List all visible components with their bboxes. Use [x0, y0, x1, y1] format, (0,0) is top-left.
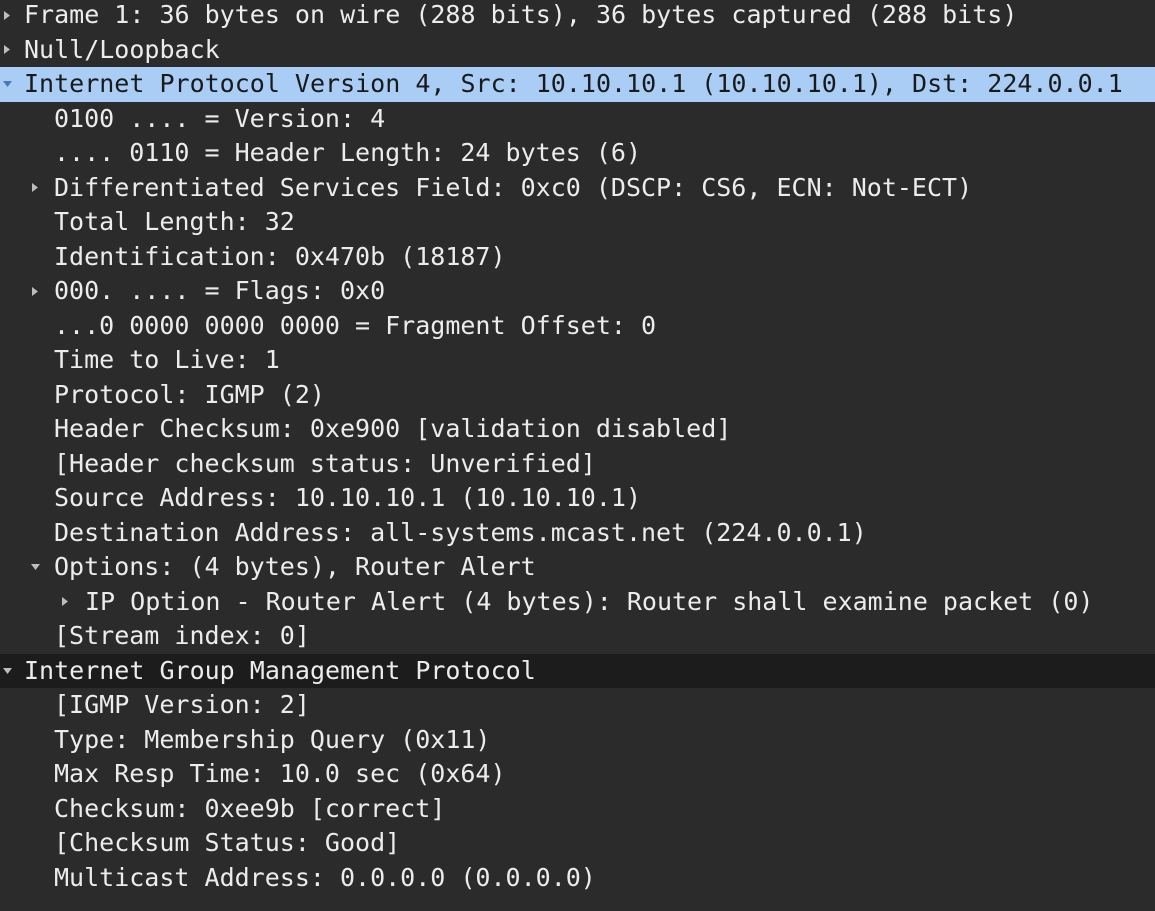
tree-row-label: 000. .... = Flags: 0x0 [54, 276, 386, 305]
tree-row[interactable]: 0100 .... = Version: 4 [0, 102, 1155, 137]
tree-row-label: Options: (4 bytes), Router Alert [54, 552, 536, 581]
tree-row-label: .... 0110 = Header Length: 24 bytes (6) [54, 138, 641, 167]
tree-row[interactable]: IP Option - Router Alert (4 bytes): Rout… [0, 585, 1155, 620]
expanded-arrow-icon[interactable] [0, 67, 14, 102]
tree-row-label: Internet Protocol Version 4, Src: 10.10.… [24, 69, 1123, 98]
packet-details-tree[interactable]: Frame 1: 36 bytes on wire (288 bits), 36… [0, 0, 1155, 895]
tree-row[interactable]: .... 0110 = Header Length: 24 bytes (6) [0, 136, 1155, 171]
tree-row-label: Type: Membership Query (0x11) [54, 724, 491, 754]
tree-row-label: [IGMP Version: 2] [54, 690, 310, 719]
tree-row[interactable]: Total Length: 32 [0, 205, 1155, 240]
collapsed-arrow-icon[interactable] [0, 0, 14, 33]
tree-row[interactable]: Type: Membership Query (0x11) [0, 723, 1155, 758]
tree-row-label: Time to Live: 1 [54, 345, 280, 374]
tree-row-label: [Header checksum status: Unverified] [54, 448, 596, 478]
tree-row[interactable]: Checksum: 0xee9b [correct] [0, 792, 1155, 827]
tree-row[interactable]: Destination Address: all-systems.mcast.n… [0, 516, 1155, 551]
tree-row-label: ...0 0000 0000 0000 = Fragment Offset: 0 [54, 310, 657, 340]
tree-row-label: Frame 1: 36 bytes on wire (288 bits), 36… [24, 0, 1018, 29]
tree-row-label: 0100 .... = Version: 4 [54, 103, 386, 133]
tree-row[interactable]: Frame 1: 36 bytes on wire (288 bits), 36… [0, 0, 1155, 33]
tree-row-label: Max Resp Time: 10.0 sec (0x64) [54, 759, 506, 788]
tree-row[interactable]: 000. .... = Flags: 0x0 [0, 274, 1155, 309]
tree-row[interactable]: Protocol: IGMP (2) [0, 378, 1155, 413]
tree-row-label: [Checksum Status: Good] [54, 828, 401, 857]
tree-row-label: Null/Loopback [24, 34, 220, 64]
collapsed-arrow-icon[interactable] [28, 274, 42, 309]
tree-row-label: Internet Group Management Protocol [24, 655, 536, 685]
tree-row[interactable]: [Checksum Status: Good] [0, 826, 1155, 861]
tree-row[interactable]: Null/Loopback [0, 33, 1155, 68]
tree-row[interactable]: Max Resp Time: 10.0 sec (0x64) [0, 757, 1155, 792]
tree-row[interactable]: Time to Live: 1 [0, 343, 1155, 378]
tree-row-label: Destination Address: all-systems.mcast.n… [54, 517, 867, 547]
tree-row[interactable]: Identification: 0x470b (18187) [0, 240, 1155, 275]
tree-row-label: Multicast Address: 0.0.0.0 (0.0.0.0) [54, 862, 596, 892]
tree-row[interactable]: Differentiated Services Field: 0xc0 (DSC… [0, 171, 1155, 206]
collapsed-arrow-icon[interactable] [0, 33, 14, 68]
tree-row[interactable]: Internet Protocol Version 4, Src: 10.10.… [0, 67, 1155, 102]
tree-row[interactable]: [IGMP Version: 2] [0, 688, 1155, 723]
tree-row-label: Header Checksum: 0xe900 [validation disa… [54, 414, 732, 443]
tree-row-label: IP Option - Router Alert (4 bytes): Rout… [85, 586, 1094, 616]
tree-row-label: Checksum: 0xee9b [correct] [54, 793, 446, 823]
tree-row[interactable]: ...0 0000 0000 0000 = Fragment Offset: 0 [0, 309, 1155, 344]
tree-row-label: Protocol: IGMP (2) [54, 379, 325, 409]
tree-row[interactable]: Header Checksum: 0xe900 [validation disa… [0, 412, 1155, 447]
tree-row-label: Total Length: 32 [54, 207, 295, 236]
collapsed-arrow-icon[interactable] [28, 171, 42, 206]
tree-row[interactable]: Multicast Address: 0.0.0.0 (0.0.0.0) [0, 861, 1155, 896]
tree-row[interactable]: [Header checksum status: Unverified] [0, 447, 1155, 482]
tree-row-label: Identification: 0x470b (18187) [54, 241, 506, 271]
expanded-arrow-icon[interactable] [0, 654, 14, 689]
tree-row[interactable]: Source Address: 10.10.10.1 (10.10.10.1) [0, 481, 1155, 516]
tree-row[interactable]: Options: (4 bytes), Router Alert [0, 550, 1155, 585]
tree-row-label: Source Address: 10.10.10.1 (10.10.10.1) [54, 483, 641, 512]
expanded-arrow-icon[interactable] [28, 550, 42, 585]
tree-row[interactable]: [Stream index: 0] [0, 619, 1155, 654]
tree-row-label: [Stream index: 0] [54, 621, 310, 650]
collapsed-arrow-icon[interactable] [58, 585, 72, 620]
tree-row[interactable]: Internet Group Management Protocol [0, 653, 1155, 689]
tree-row-label: Differentiated Services Field: 0xc0 (DSC… [54, 172, 973, 202]
